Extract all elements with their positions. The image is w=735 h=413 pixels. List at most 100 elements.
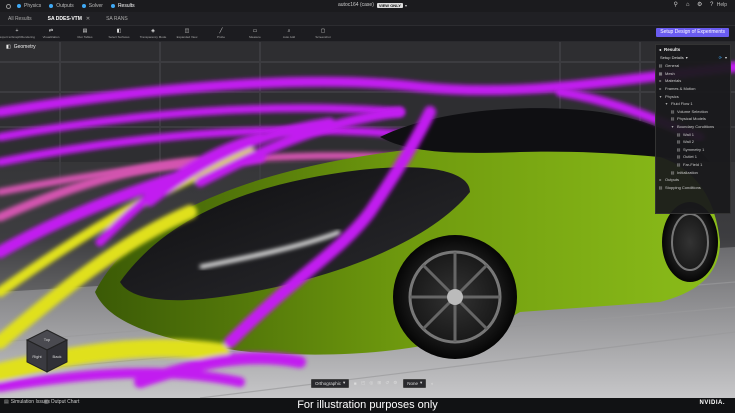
- toolbar-tool-6[interactable]: ╱ Probe: [204, 26, 238, 42]
- tool-label: Visualization: [42, 35, 60, 39]
- tool-icon: ◫: [184, 28, 190, 34]
- nav-item-label: Results: [117, 3, 135, 9]
- results-title: Results: [664, 46, 681, 52]
- tree-item[interactable]: ▤ Far-Field 1: [656, 161, 730, 169]
- geometry-label: Geometry: [13, 44, 36, 50]
- refresh-icon[interactable]: ⟳: [719, 55, 722, 60]
- tree-item-label: Boundary Conditions: [677, 124, 715, 130]
- toolbar-tool-5[interactable]: ◫ Expanded View: [170, 26, 204, 42]
- chevron-down-icon[interactable]: ▾: [686, 55, 688, 60]
- top-bar: Physics Outputs Solver Results autoc164 (ca…: [0, 0, 735, 12]
- tree-item[interactable]: ▾ Boundary Conditions: [656, 123, 730, 131]
- nav-item-label: Physics: [24, 3, 42, 9]
- view-controls: Orthographic ▾ ■ ◰ ◎ ⊞ ↺ ⚙ None ▾ ◐: [311, 378, 436, 388]
- projection-value: Orthographic: [315, 380, 342, 386]
- tree-item[interactable]: ▸ Frames & Motion: [656, 85, 730, 93]
- tree-item[interactable]: ▾ Fluid Flow 1: [656, 100, 730, 108]
- illustration-caption: For illustration purposes only: [297, 399, 438, 411]
- toolbar-tool-2[interactable]: ▤ Run Tables: [68, 26, 102, 42]
- navigation-cube[interactable]: Top Right Back: [22, 326, 72, 376]
- toolbar-tool-0[interactable]: + Export to/Graph/Rendering: [0, 26, 35, 42]
- tree-item[interactable]: ▸ Materials: [656, 77, 730, 85]
- tree-item-label: Physical Models: [677, 116, 706, 122]
- tab-label: All Results: [8, 15, 32, 22]
- tab-sa-ddes-vtm[interactable]: SA DDES-VTM ✕: [40, 12, 98, 26]
- tool-label: Select Surfaces: [108, 35, 130, 39]
- tree-icon[interactable]: ⚲: [673, 2, 679, 8]
- tree-item-label: Symmetry 1: [683, 146, 705, 152]
- tree-node-icon: ▤: [670, 116, 675, 122]
- status-dot-icon: [81, 4, 86, 8]
- tree-item[interactable]: ▤ Initialization: [656, 168, 730, 176]
- tree-item-label: Wall 2: [683, 139, 694, 145]
- setup-details-label: Setup Details: [660, 55, 684, 60]
- results-header[interactable]: ◂ Results: [656, 45, 730, 53]
- settings-icon[interactable]: ⚙: [697, 2, 703, 8]
- projection-select[interactable]: Orthographic ▾: [311, 378, 350, 388]
- toolbar-tool-7[interactable]: ▭ Measure: [238, 26, 272, 42]
- tool-icon: ▭: [252, 28, 258, 34]
- toolbar-tool-4[interactable]: ◈ Transparency Mode: [136, 26, 170, 42]
- zoom-icon[interactable]: ◎: [367, 380, 375, 386]
- tree-item-label: Physics: [665, 93, 679, 99]
- tool-label: Measure: [249, 35, 261, 39]
- chevron-down-icon[interactable]: ▾: [405, 3, 407, 8]
- toolbar-tool-3[interactable]: ◧ Select Surfaces: [102, 26, 136, 42]
- toolbar-tool-9[interactable]: ▢ Screenshot: [306, 26, 340, 42]
- tree-item[interactable]: ▦ Mesh: [656, 70, 730, 78]
- tree-node-icon: ▤: [670, 169, 675, 175]
- camera-icon[interactable]: ■: [351, 381, 359, 386]
- cube-icon: ◧: [6, 44, 11, 50]
- tool-icon: ╱: [219, 28, 223, 34]
- tool-label: Auto Add: [282, 35, 296, 39]
- tree-item[interactable]: ▾ Physics: [656, 92, 730, 100]
- settings-icon[interactable]: ⚙: [391, 380, 399, 386]
- help-icon[interactable]: ?: [709, 2, 715, 8]
- collapse-icon[interactable]: ◂: [659, 47, 661, 52]
- tree-item-label: Frames & Motion: [665, 86, 696, 92]
- file-title[interactable]: autoc164 (case) VIEW ONLY ▾: [338, 2, 407, 8]
- tree-item[interactable]: ▤ Wall 2: [656, 138, 730, 146]
- tool-label: Run Tables: [77, 35, 93, 39]
- nav-item-outputs[interactable]: Outputs: [49, 3, 74, 9]
- app-logo-icon[interactable]: [6, 3, 11, 9]
- chevron-down-icon[interactable]: ▾: [343, 380, 345, 386]
- tree-item-label: Materials: [665, 78, 682, 84]
- toggle-icon[interactable]: ◐: [428, 381, 436, 386]
- tree-item[interactable]: ▤ Volume Selection: [656, 108, 730, 116]
- geometry-panel-header[interactable]: ◧ Geometry: [6, 44, 36, 50]
- tree-item[interactable]: ▸ Outputs: [656, 176, 730, 184]
- filter-icon[interactable]: ▾: [725, 55, 727, 60]
- tree-item[interactable]: ▤ General: [656, 62, 730, 70]
- status-dot-icon: [49, 4, 54, 8]
- fit-view-icon[interactable]: ◰: [359, 380, 367, 386]
- shading-select[interactable]: None ▾: [403, 378, 427, 388]
- view-only-badge: VIEW ONLY: [376, 2, 403, 8]
- toolbar-tool-1[interactable]: ⇄ Visualization: [34, 26, 68, 42]
- close-icon[interactable]: ✕: [86, 16, 90, 22]
- tree-item[interactable]: ▤ Wall 1: [656, 130, 730, 138]
- tree-item[interactable]: ▤ Outlet 1: [656, 153, 730, 161]
- toolbar-tool-8[interactable]: ⌕ Auto Add: [272, 26, 306, 42]
- grid-icon[interactable]: ⊞: [375, 380, 383, 386]
- tree-item-label: Wall 1: [683, 131, 694, 137]
- results-panel: ◂ Results Setup Details ▾ ⟳ ▾ ▤ General ▦ M…: [655, 44, 731, 214]
- tool-label: Transparency Mode: [139, 35, 167, 39]
- rotate-icon[interactable]: ↺: [383, 380, 391, 386]
- tab-sa-rans[interactable]: SA RANS: [98, 12, 136, 26]
- help-label[interactable]: Help: [717, 2, 727, 8]
- setup-design-of-experiments-button[interactable]: Setup Design of Experiments: [656, 28, 729, 37]
- setup-details-selector[interactable]: Setup Details ▾ ⟳ ▾: [656, 53, 730, 62]
- tree-item[interactable]: ▤ Physical Models: [656, 115, 730, 123]
- nav-item-results[interactable]: Results: [110, 3, 135, 9]
- nav-item-physics[interactable]: Physics: [17, 3, 41, 9]
- chevron-down-icon[interactable]: ▾: [420, 380, 422, 386]
- tree-item-label: Fluid Flow 1: [671, 101, 693, 107]
- tab-all-results[interactable]: All Results: [0, 12, 40, 26]
- nav-item-solver[interactable]: Solver: [81, 3, 103, 9]
- status-dot-icon: [110, 4, 115, 8]
- tree-item[interactable]: ▤ Symmetry 1: [656, 146, 730, 154]
- tree-item[interactable]: ▤ Stopping Conditions: [656, 184, 730, 192]
- bell-icon[interactable]: ⌂: [685, 2, 691, 8]
- 3d-viewport[interactable]: Top Right Back: [0, 42, 735, 398]
